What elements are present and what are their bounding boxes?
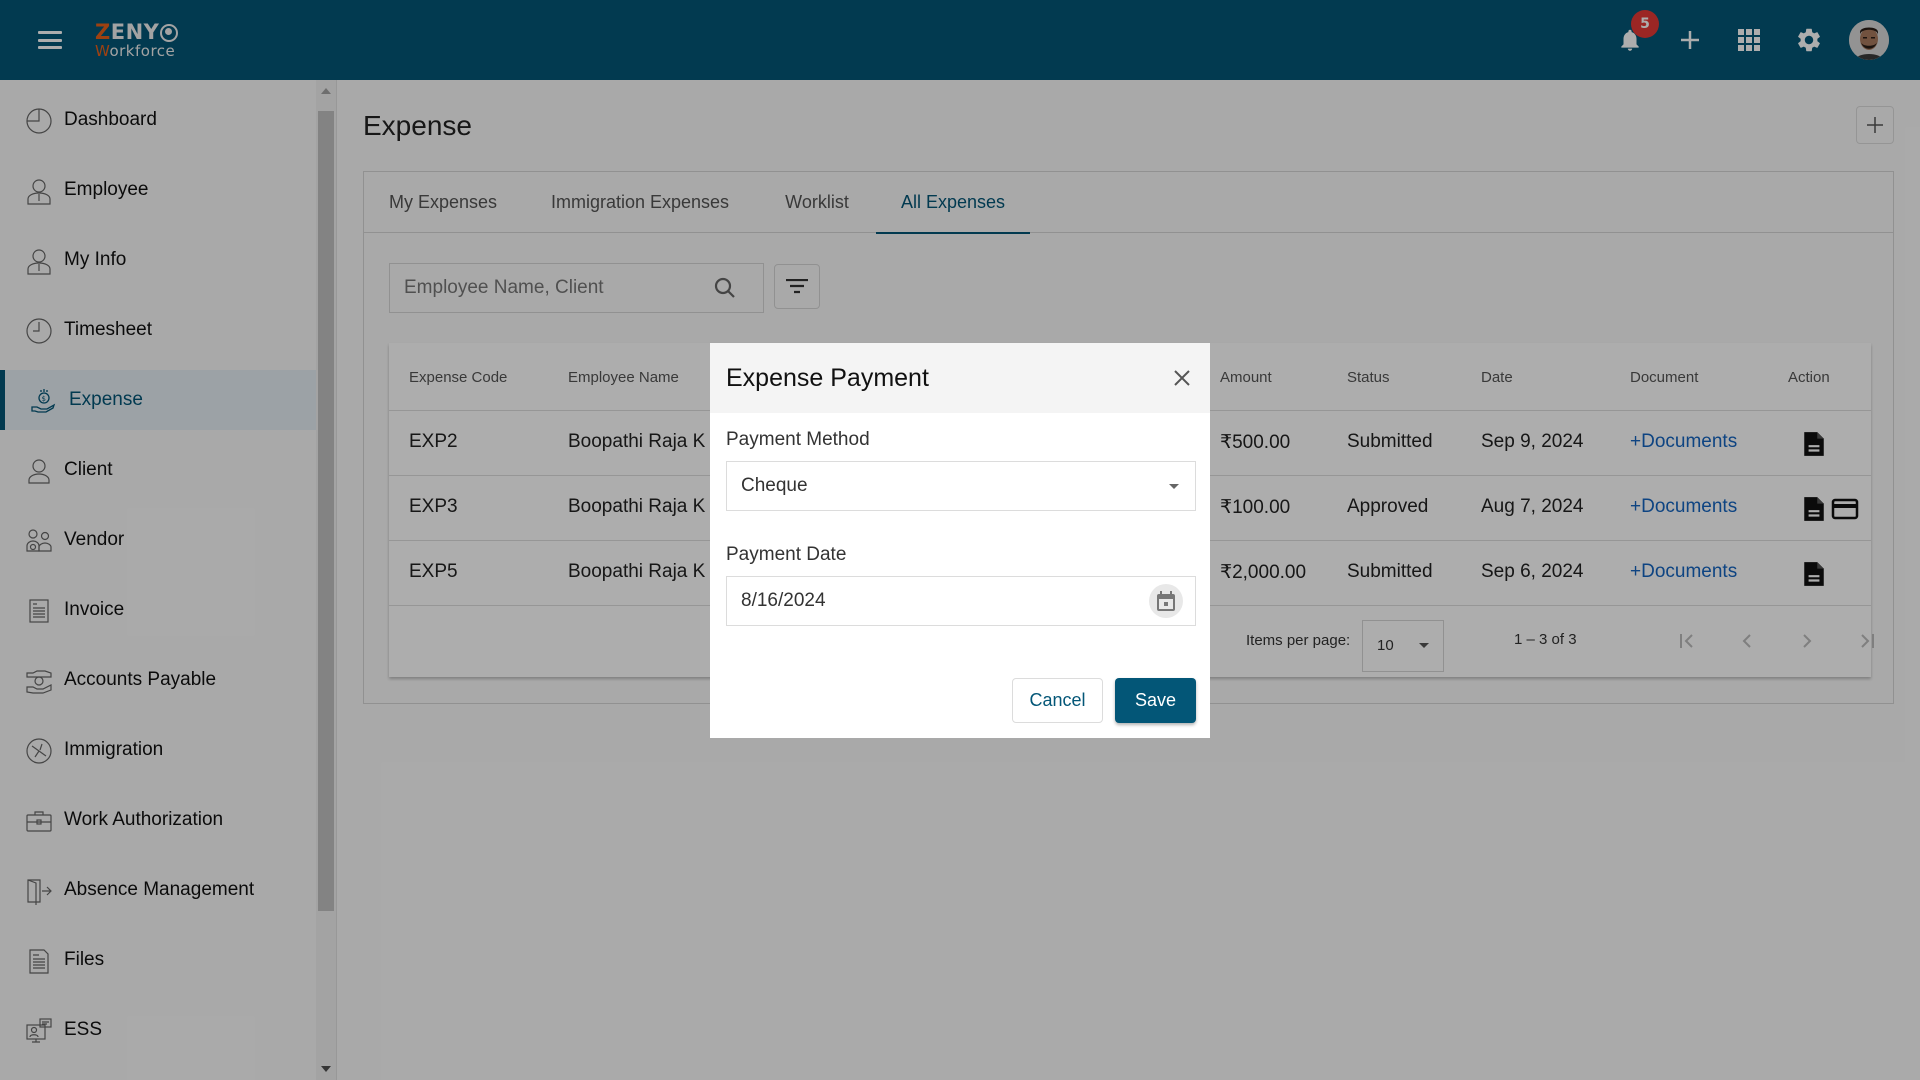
payment-date-label: Payment Date: [726, 544, 847, 565]
payment-method-select[interactable]: Cheque: [726, 461, 1196, 511]
payment-method-label: Payment Method: [726, 429, 870, 450]
chevron-down-icon: [1169, 484, 1179, 489]
expense-payment-dialog: Expense Payment Payment Method Cheque Pa…: [710, 343, 1210, 738]
cancel-button[interactable]: Cancel: [1012, 678, 1103, 723]
payment-date-field[interactable]: 8/16/2024: [726, 576, 1196, 626]
dialog-header: Expense Payment: [710, 343, 1210, 413]
dialog-title: Expense Payment: [726, 364, 929, 392]
save-button[interactable]: Save: [1115, 678, 1196, 723]
calendar-icon[interactable]: [1149, 584, 1183, 618]
close-icon[interactable]: [1170, 366, 1194, 390]
